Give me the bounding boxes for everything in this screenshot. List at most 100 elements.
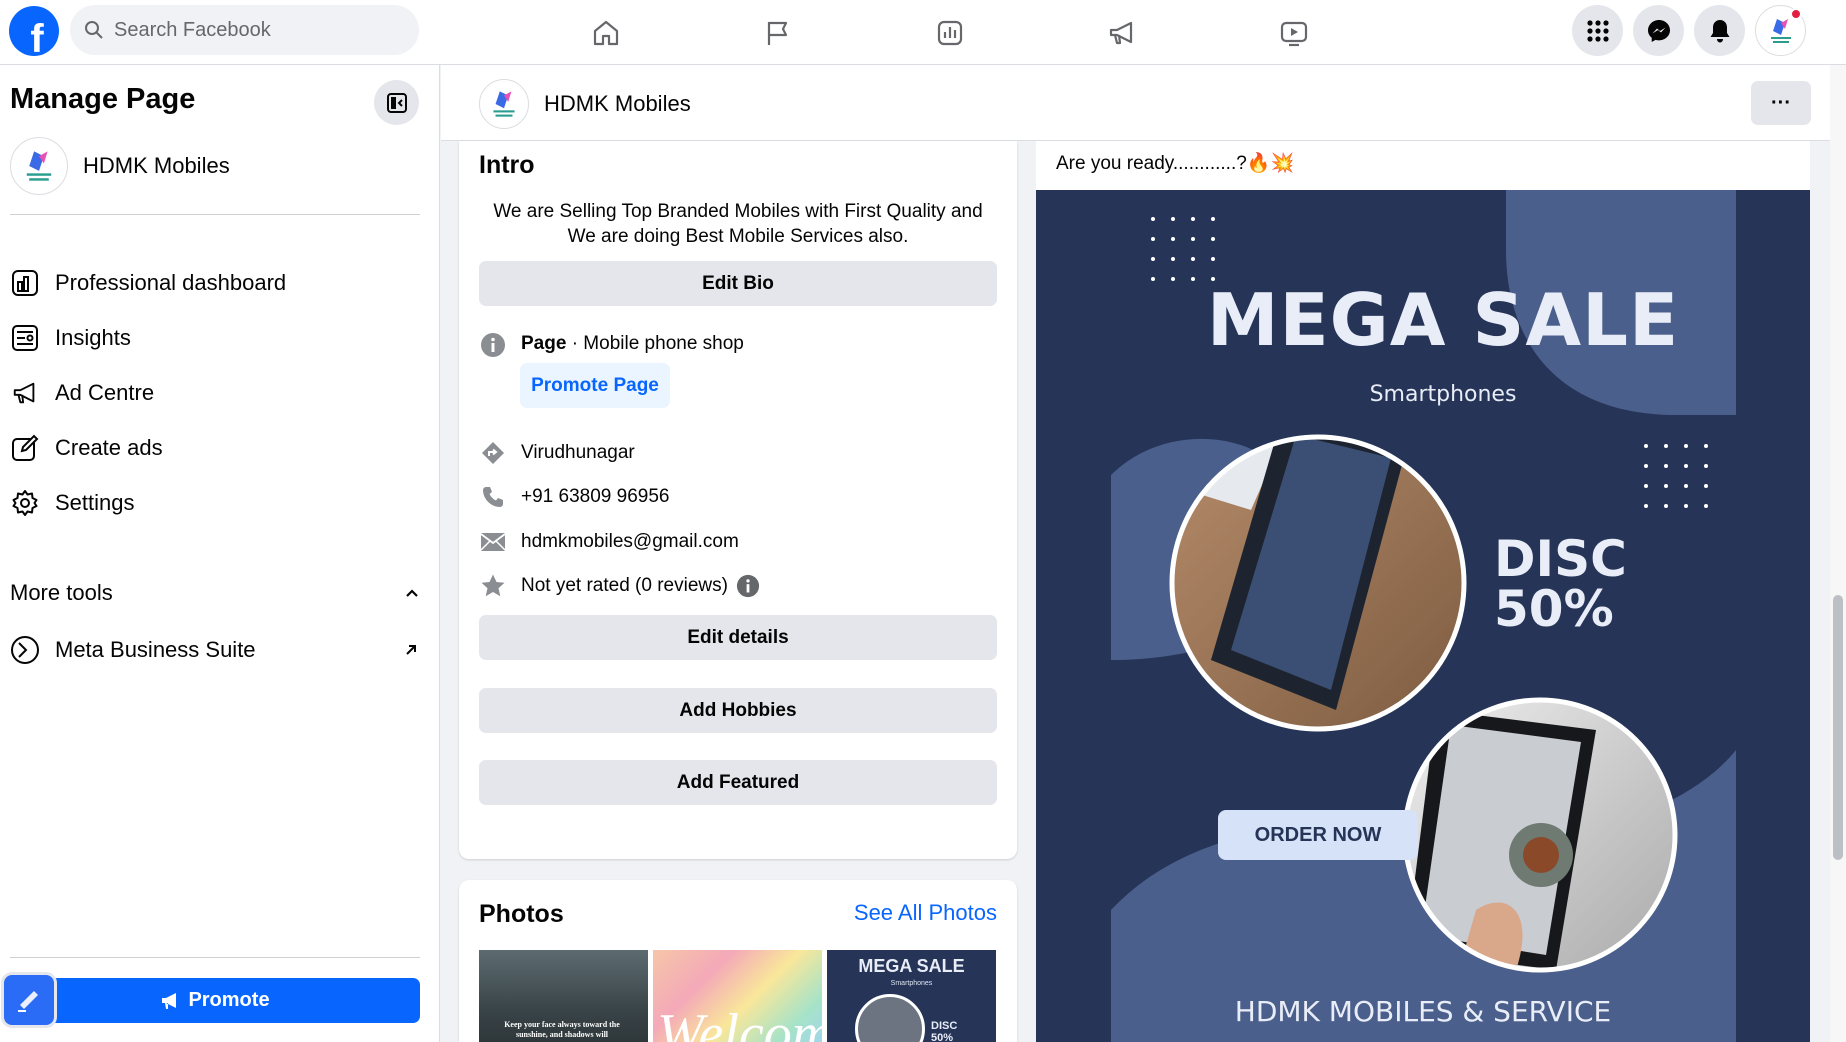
add-hobbies-button[interactable]: Add Hobbies <box>479 688 997 733</box>
notifications-button[interactable] <box>1694 5 1745 56</box>
photo-thumbnail[interactable]: MEGA SALE Smartphones DISC 50% <box>827 950 996 1042</box>
collapse-sidebar-button[interactable] <box>374 80 419 125</box>
page-logo-icon <box>26 151 52 181</box>
photo-caption: Welcome <box>657 1003 822 1042</box>
sidebar-item-label: Insights <box>55 324 131 350</box>
edit-bio-button[interactable]: Edit Bio <box>479 261 997 306</box>
notification-dot <box>1790 8 1802 20</box>
photo-thumbnail[interactable]: Welcome <box>653 950 822 1042</box>
megaphone-icon <box>1109 21 1133 44</box>
video-icon <box>1280 21 1308 46</box>
ad-footer: HDMK MOBILES & SERVICE <box>1234 995 1612 1028</box>
info-icon <box>479 331 507 359</box>
home-icon <box>593 20 619 45</box>
phone-icon <box>479 483 507 511</box>
sidebar-item-create-ads[interactable]: Create ads <box>10 420 420 475</box>
nav-insights[interactable] <box>864 0 1036 65</box>
location-text[interactable]: Virudhunagar <box>521 442 635 464</box>
page-header: HDMK Mobiles ··· <box>441 65 1846 141</box>
page-logo-icon <box>18 991 38 1012</box>
page-type-label: Page <box>521 333 567 354</box>
email-row: hdmkmobiles@gmail.com <box>479 528 739 556</box>
photo-caption: MEGA SALE <box>858 956 965 976</box>
menu-button[interactable] <box>1572 5 1623 56</box>
sidebar-item-professional-dashboard[interactable]: Professional dashboard <box>10 255 420 310</box>
logo-glyph: f <box>30 17 44 56</box>
promote-label: Promote <box>188 989 270 1011</box>
search-input[interactable] <box>114 18 394 42</box>
sidebar-item-insights[interactable]: Insights <box>10 310 420 365</box>
meta-business-suite-label: Meta Business Suite <box>55 637 256 662</box>
nav-home[interactable] <box>520 0 692 65</box>
meta-business-suite-link[interactable]: Meta Business Suite <box>10 625 420 675</box>
info-icon[interactable] <box>736 574 760 598</box>
page-avatar[interactable] <box>479 79 529 129</box>
sidebar-item-ad-centre[interactable]: Ad Centre <box>10 365 420 420</box>
add-featured-button[interactable]: Add Featured <box>479 760 997 805</box>
main-nav <box>520 0 1380 65</box>
page-category: · Mobile phone shop <box>566 333 744 354</box>
chevron-up-icon <box>406 589 418 597</box>
location-row: Virudhunagar <box>479 439 635 467</box>
nav-ads[interactable] <box>1036 0 1208 65</box>
flag-icon <box>767 21 788 45</box>
more-tools-header[interactable]: More tools <box>10 580 420 606</box>
sidebar-item-settings[interactable]: Settings <box>10 475 420 530</box>
account-controls <box>1572 5 1806 56</box>
envelope-icon <box>479 528 507 556</box>
divider <box>10 214 420 215</box>
directions-icon <box>479 439 507 467</box>
sidebar-item-label: Ad Centre <box>55 379 155 405</box>
facebook-logo[interactable]: f <box>9 6 59 56</box>
page-avatar <box>10 137 68 195</box>
order-now-button: ORDER NOW <box>1254 823 1382 846</box>
dashboard-icon <box>10 268 40 298</box>
post-text: Are you ready............?🔥💥 <box>1056 153 1295 174</box>
star-icon <box>479 572 507 600</box>
edit-details-button[interactable]: Edit details <box>479 615 997 660</box>
email-text[interactable]: hdmkmobiles@gmail.com <box>521 531 739 553</box>
post-card: Are you ready............?🔥💥 MEGA SALE S… <box>1036 141 1810 1042</box>
page-logo-icon <box>493 91 515 117</box>
search-icon <box>85 21 103 39</box>
sidebar-page-profile[interactable]: HDMK Mobiles <box>10 137 230 195</box>
page-category-row: Page · Mobile phone shop <box>479 329 744 359</box>
nav-pages[interactable] <box>692 0 864 65</box>
search-box[interactable] <box>70 5 419 55</box>
photos-title: Photos <box>479 900 564 928</box>
scrollbar-thumb[interactable] <box>1833 595 1843 860</box>
promote-page-button[interactable]: Promote Page <box>520 363 670 408</box>
messenger-button[interactable] <box>1633 5 1684 56</box>
account-avatar[interactable] <box>1755 5 1806 56</box>
edit-icon <box>10 433 40 463</box>
nav-video[interactable] <box>1208 0 1380 65</box>
rating-text: Not yet rated (0 reviews) <box>521 575 728 596</box>
phone-row: +91 63809 96956 <box>479 483 669 511</box>
menu-grid-icon <box>1586 19 1609 42</box>
promote-button[interactable]: Promote <box>10 978 420 1023</box>
sidebar-menu: Professional dashboard Insights Ad Centr… <box>10 255 420 530</box>
sidebar-title: Manage Page <box>10 83 196 115</box>
megaphone-icon <box>10 378 40 408</box>
more-options-button[interactable]: ··· <box>1751 81 1811 125</box>
photo-phone-circle <box>855 994 925 1042</box>
megaphone-icon <box>162 992 177 1009</box>
post-image[interactable]: MEGA SALE Smartphones DISC 50% ORDER NOW… <box>1036 190 1810 1042</box>
page-scrollbar[interactable] <box>1830 65 1846 1042</box>
messenger-icon <box>1647 19 1670 42</box>
insights-icon <box>10 323 40 353</box>
gear-icon <box>10 488 40 518</box>
sidebar-item-label: Professional dashboard <box>55 269 287 295</box>
top-navigation-bar: f <box>0 0 1846 65</box>
see-all-photos-link[interactable]: See All Photos <box>854 900 997 926</box>
external-link-icon <box>406 645 416 655</box>
app-shortcut-icon[interactable] <box>4 975 54 1025</box>
photo-thumbnail[interactable]: Keep your face always toward the sunshin… <box>479 950 648 1042</box>
photo-grid: Keep your face always toward the sunshin… <box>479 950 996 1042</box>
divider <box>10 957 420 958</box>
page-bio: We are Selling Top Branded Mobiles with … <box>493 201 983 247</box>
meta-business-suite-icon <box>11 636 39 664</box>
insights-icon <box>937 20 963 45</box>
sidebar-item-label: Settings <box>55 489 135 515</box>
notifications-icon <box>1710 19 1729 42</box>
